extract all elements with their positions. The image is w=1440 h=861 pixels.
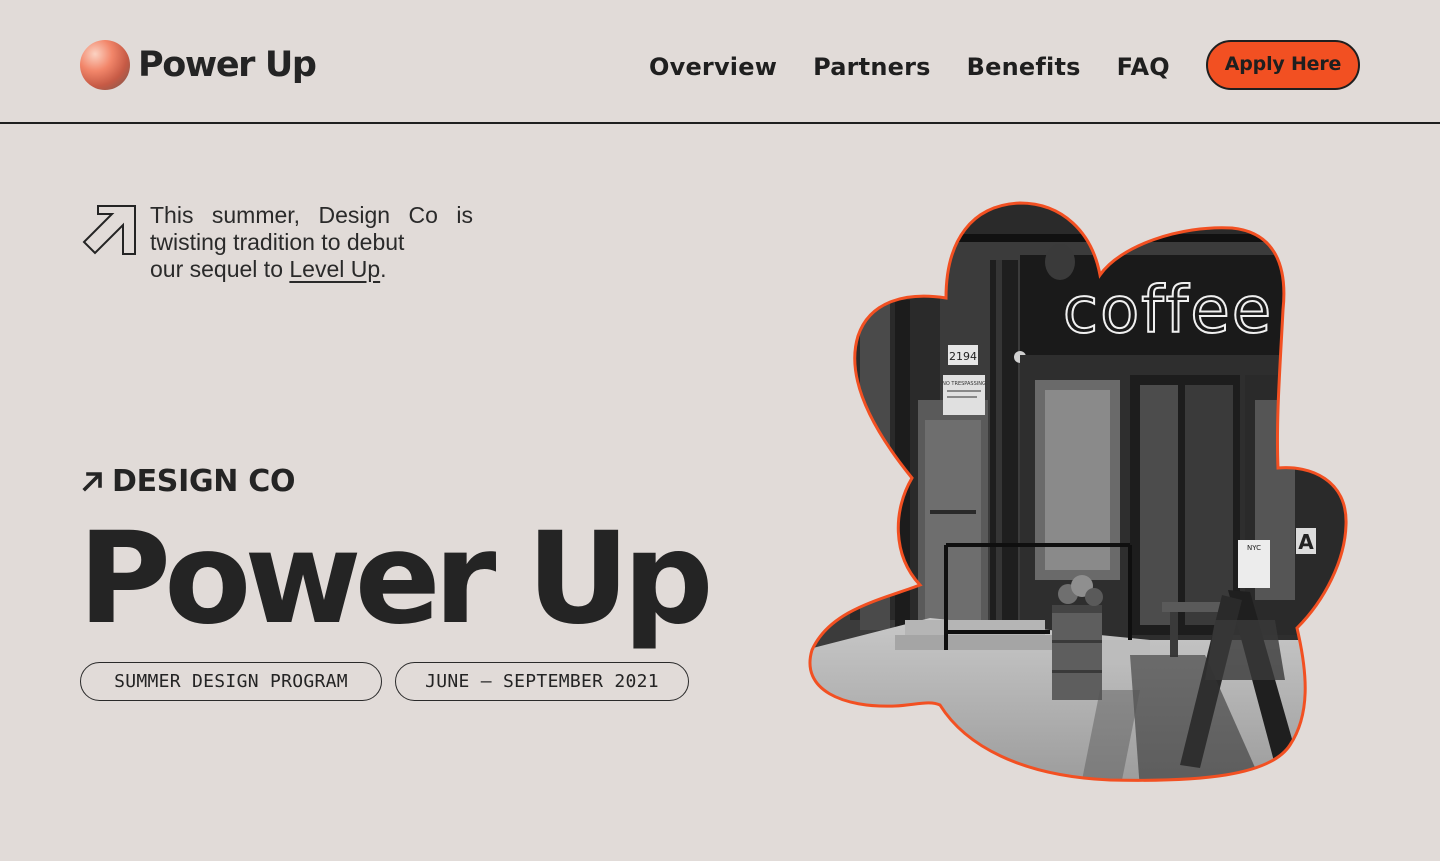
- intro-text-line3: our sequel to: [150, 256, 290, 282]
- address-number: 2194: [949, 350, 977, 363]
- notice-sign: NO TRESPASSING: [942, 381, 986, 387]
- eyebrow-label: DESIGN CO: [112, 463, 296, 499]
- arrow-up-right-icon: [82, 472, 102, 492]
- hero-title: Power Up: [78, 504, 714, 652]
- apply-button[interactable]: Apply Here: [1206, 40, 1360, 90]
- program-tags: SUMMER DESIGN PROGRAM JUNE – SEPTEMBER 2…: [80, 662, 689, 701]
- coffee-shop-photo: 2194 NO TRESPASSING coffee NYC A: [808, 201, 1348, 782]
- intro-last-line: our sequel to Level Up.: [150, 256, 473, 283]
- brand-logo[interactable]: Power Up: [80, 40, 317, 90]
- photo-contents: 2194 NO TRESPASSING coffee NYC A: [809, 203, 1347, 781]
- nav-link-partners[interactable]: Partners: [813, 53, 931, 81]
- window-sticker: NYC: [1247, 544, 1261, 552]
- level-up-link[interactable]: Level Up: [289, 256, 380, 282]
- arrow-up-right-outline-icon: [82, 205, 136, 255]
- coffee-sign: coffee: [1063, 274, 1273, 348]
- nav-link-faq[interactable]: FAQ: [1117, 53, 1170, 81]
- intro-text-end: .: [380, 256, 387, 282]
- nav-link-overview[interactable]: Overview: [649, 53, 777, 81]
- eyebrow: DESIGN CO: [80, 462, 295, 500]
- window-letter: A: [1298, 530, 1314, 554]
- intro-paragraph: This summer, Design Co is twisting tradi…: [150, 202, 473, 283]
- logo-orb-icon: [80, 40, 130, 90]
- main-nav: Overview Partners Benefits FAQ: [649, 50, 1170, 84]
- tag-program: SUMMER DESIGN PROGRAM: [80, 662, 382, 701]
- site-header: Power Up Overview Partners Benefits FAQ …: [0, 0, 1440, 124]
- tag-dates: JUNE – SEPTEMBER 2021: [395, 662, 689, 701]
- hero-photo: 2194 NO TRESPASSING coffee NYC A: [805, 200, 1353, 786]
- brand-name: Power Up: [138, 45, 317, 85]
- nav-link-benefits[interactable]: Benefits: [967, 53, 1081, 81]
- intro-text: This summer, Design Co is twisting tradi…: [150, 202, 473, 255]
